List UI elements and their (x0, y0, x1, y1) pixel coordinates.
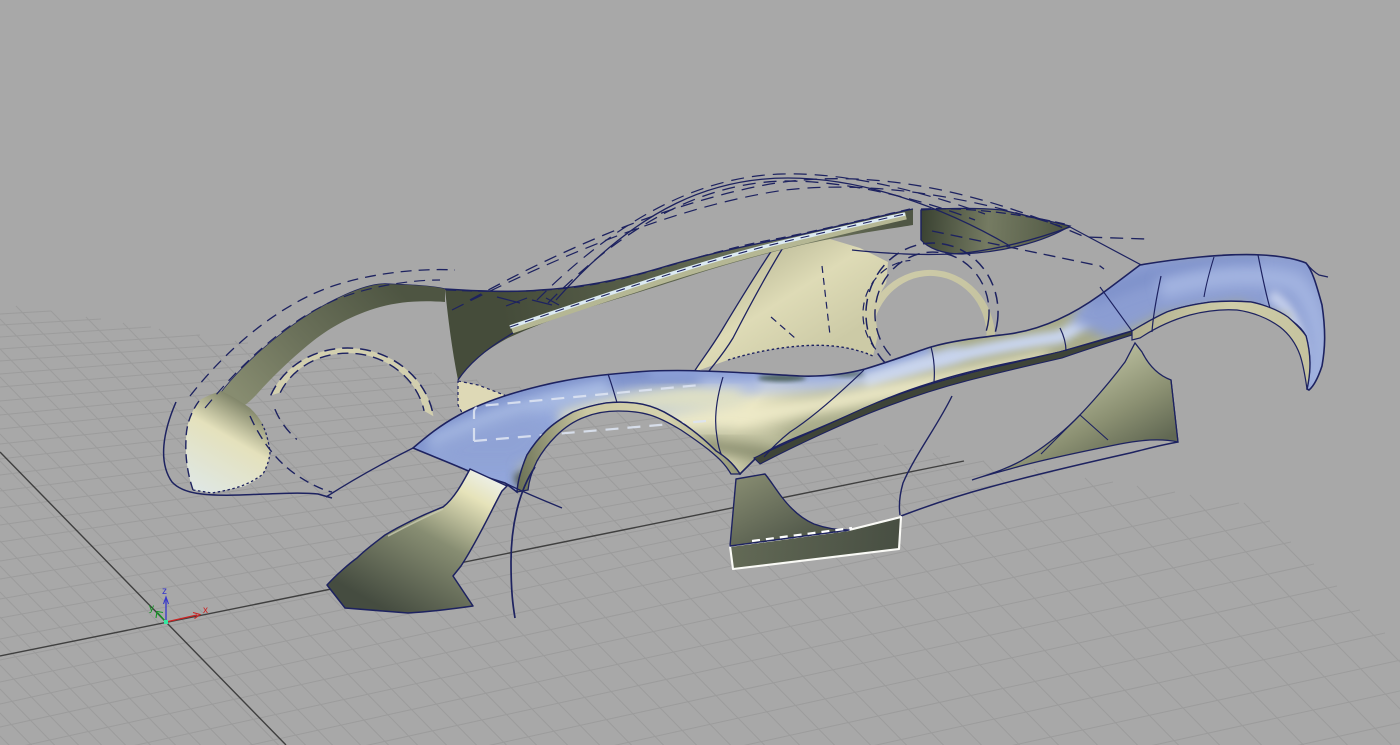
svg-text:z: z (162, 586, 167, 597)
svg-text:y: y (149, 603, 154, 614)
svg-text:x: x (203, 605, 208, 616)
